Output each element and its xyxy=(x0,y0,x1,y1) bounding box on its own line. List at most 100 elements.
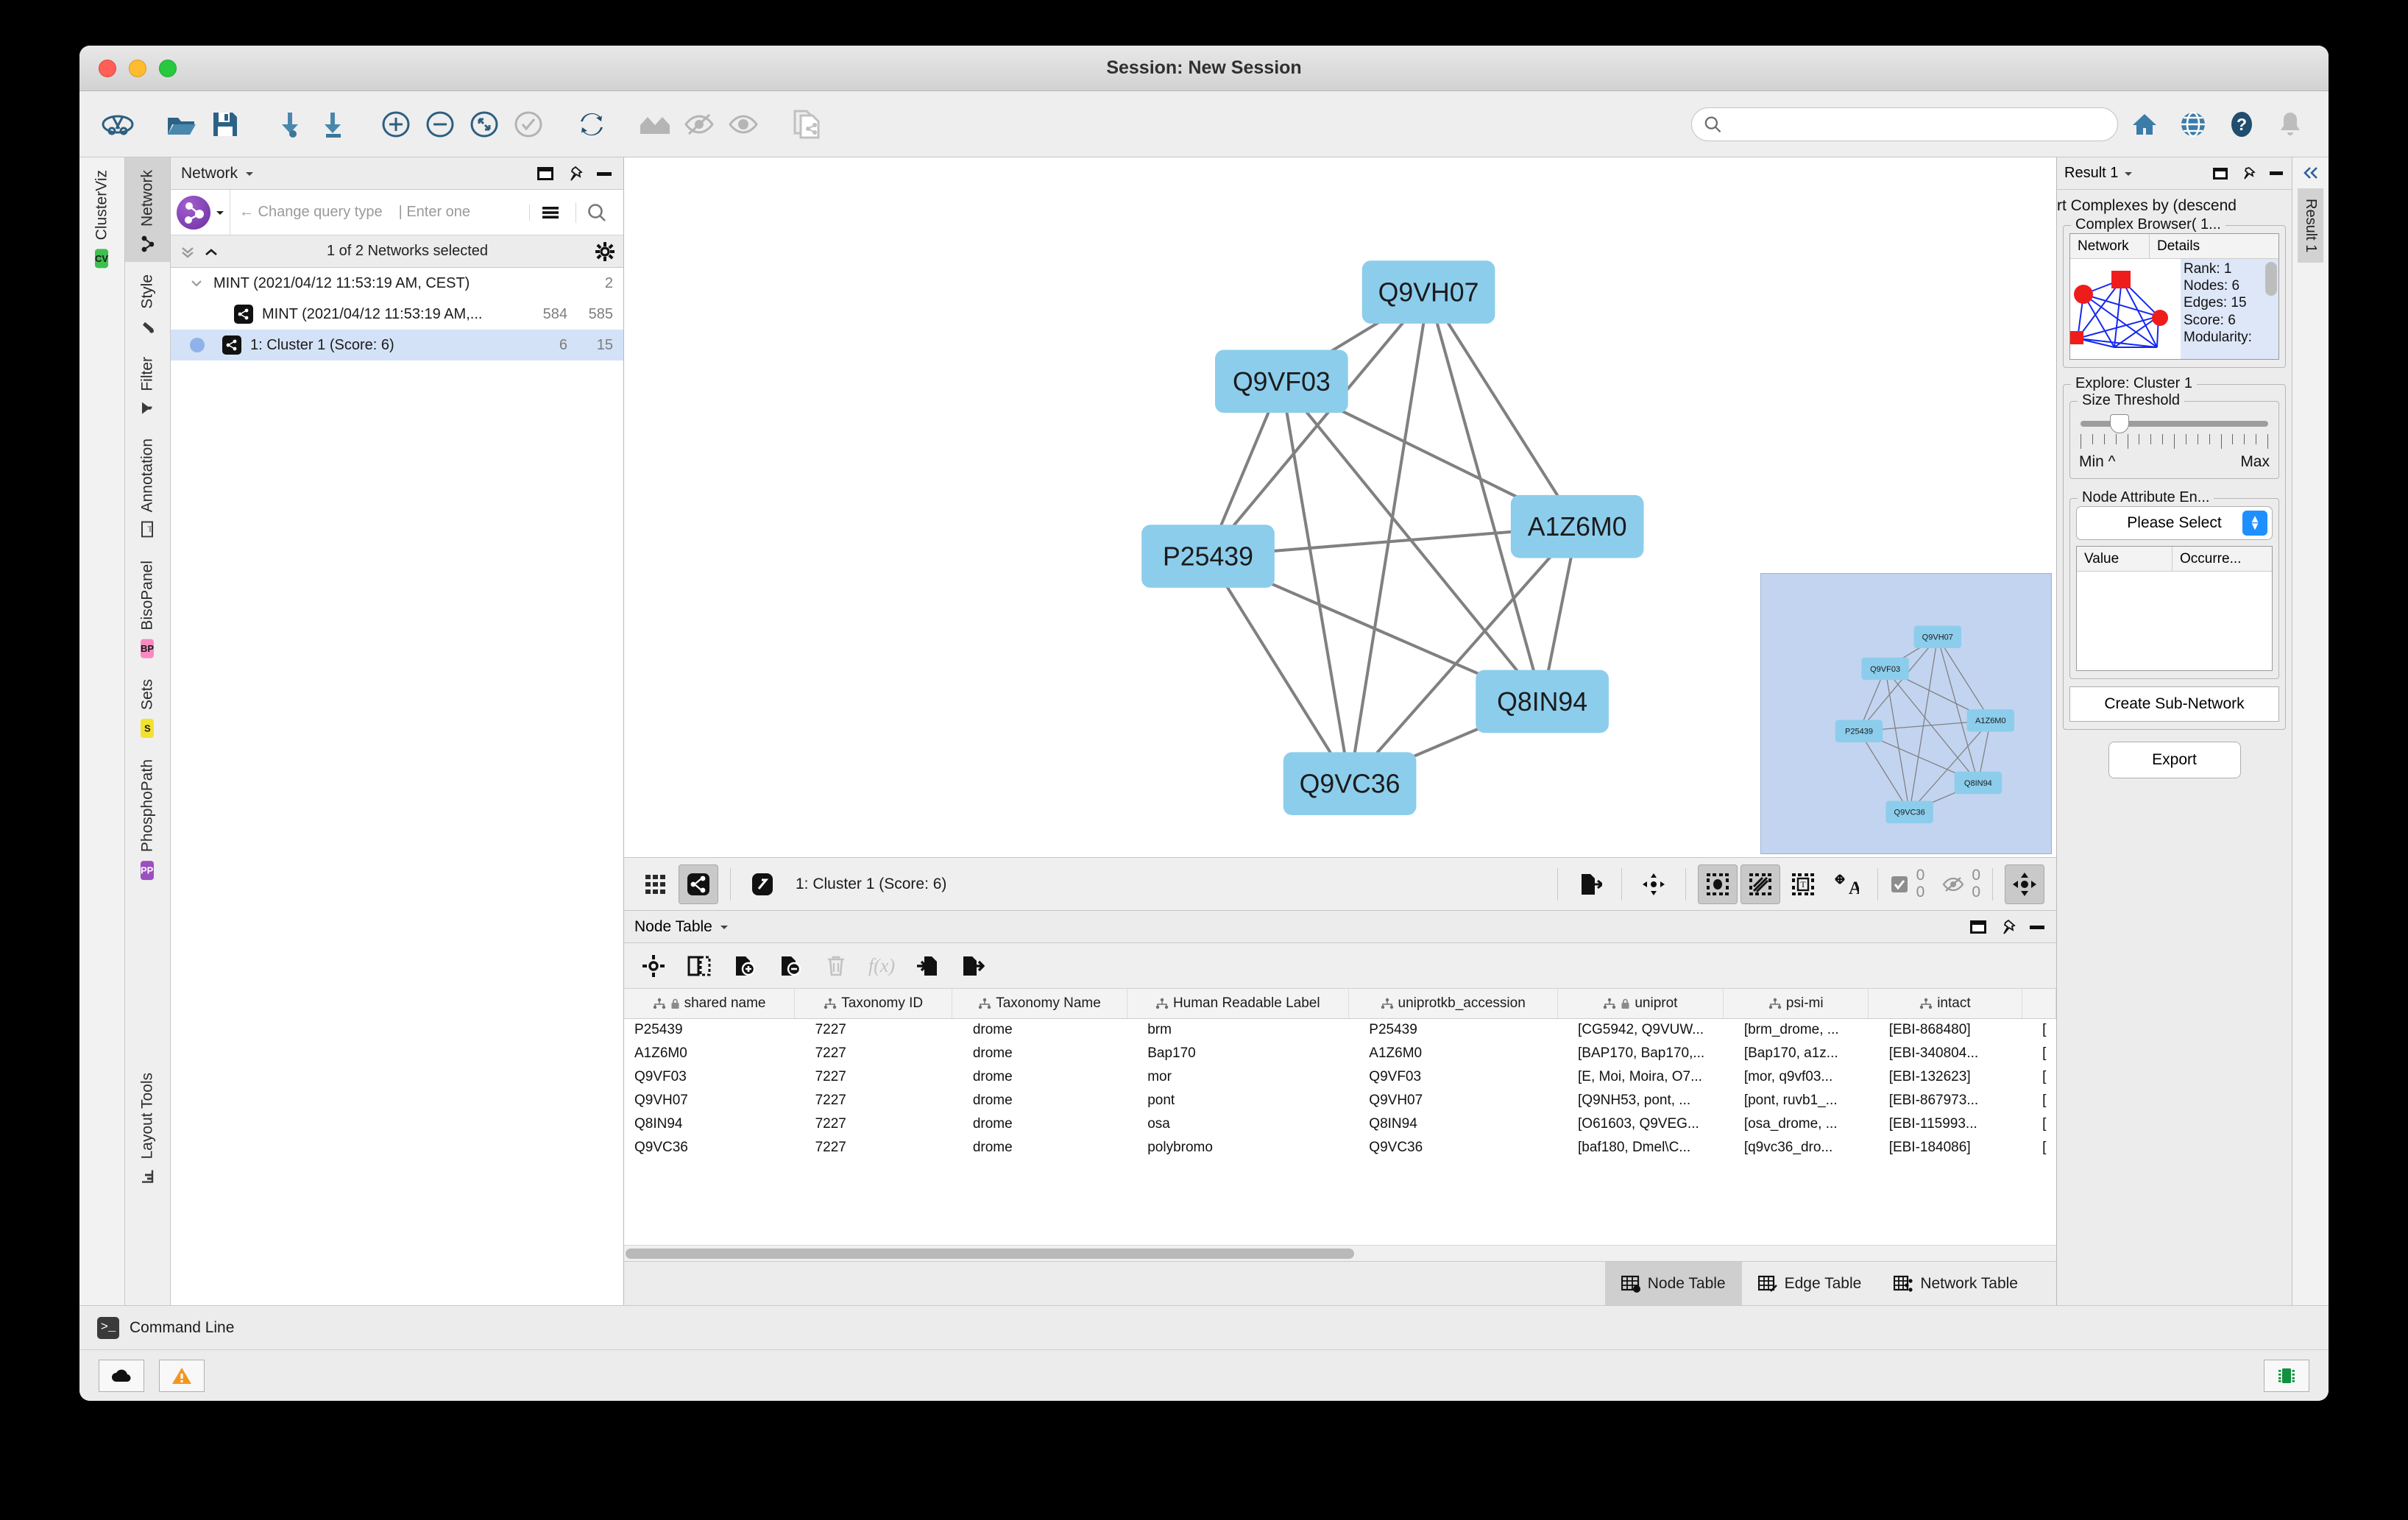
zoom-in-icon[interactable] xyxy=(374,102,418,146)
graph-node[interactable]: Q9VC36 xyxy=(1885,800,1933,824)
table-cell[interactable]: drome xyxy=(952,1089,1127,1112)
warning-icon[interactable] xyxy=(159,1359,205,1392)
table-cell[interactable]: [EBI-184086] xyxy=(1869,1136,2022,1159)
slider-track[interactable] xyxy=(2081,414,2268,433)
graph-node[interactable]: Q9VC36 xyxy=(1283,752,1417,815)
minimize-button[interactable] xyxy=(129,59,146,77)
node-layout-icon[interactable] xyxy=(1634,864,1674,904)
collapse-left-icon[interactable] xyxy=(2301,165,2320,181)
remove-column-icon[interactable] xyxy=(773,948,808,984)
tab-network-table[interactable]: Network Table xyxy=(1877,1262,2034,1306)
sidebar-item-clusterviz[interactable]: CV ClusterViz xyxy=(79,157,124,277)
table-column-header[interactable]: shared name xyxy=(624,989,796,1019)
sidebar-item-style[interactable]: Style xyxy=(125,262,170,344)
table-cell[interactable]: [ xyxy=(2022,1136,2055,1159)
col-details[interactable]: Details xyxy=(2150,234,2278,258)
chevron-expanded-icon[interactable] xyxy=(190,278,203,288)
table-h-scrollbar[interactable] xyxy=(624,1245,2056,1261)
table-cell[interactable]: [ xyxy=(2022,1089,2055,1112)
import-table-icon[interactable] xyxy=(910,948,945,984)
size-threshold-slider[interactable]: Min ^ Max xyxy=(2076,414,2273,471)
table-cell[interactable]: [ xyxy=(2022,1042,2055,1065)
table-cell[interactable]: [EBI-340804... xyxy=(1869,1042,2022,1065)
minimize-icon[interactable] xyxy=(595,170,613,177)
table-row[interactable]: A1Z6M0 7227 drome Bap170 A1Z6M0 [BAP170, Bap1… xyxy=(624,1042,2056,1065)
table-cell[interactable]: drome xyxy=(952,1136,1127,1159)
sidebar-item-layout-tools[interactable]: Layout Tools xyxy=(125,1060,170,1195)
col-value[interactable]: Value xyxy=(2077,547,2172,571)
sidebar-item-phosphopath[interactable]: PP PhosphoPath xyxy=(125,747,170,889)
pin-icon[interactable] xyxy=(566,166,584,182)
zoom-button[interactable] xyxy=(159,59,177,77)
stepper-icon[interactable]: ▲ ▼ xyxy=(2242,511,2267,536)
table-cell[interactable]: drome xyxy=(952,1112,1127,1136)
table-cell[interactable]: Q9VF03 xyxy=(624,1065,795,1089)
table-cell[interactable]: 7227 xyxy=(795,1112,952,1136)
sidebar-item-network[interactable]: Network xyxy=(125,157,170,263)
home-layout-icon[interactable] xyxy=(633,102,677,146)
table-column-header[interactable]: Taxonomy Name xyxy=(952,989,1127,1019)
chevron-down-icon[interactable] xyxy=(244,169,255,178)
sidebar-item-bisopanel[interactable]: BP BisoPanel xyxy=(125,548,170,667)
add-column-icon[interactable] xyxy=(727,948,762,984)
graph-node[interactable]: Q9VH07 xyxy=(1913,625,1961,649)
import-table-icon[interactable] xyxy=(311,102,355,146)
query-dropdown-icon[interactable] xyxy=(215,208,225,217)
graph-node[interactable]: A1Z6M0 xyxy=(1510,494,1644,558)
table-cell[interactable]: Q9VC36 xyxy=(1348,1136,1557,1159)
table-cell[interactable]: Q9VH07 xyxy=(624,1089,795,1112)
table-cell[interactable]: [mor, q9vf03... xyxy=(1724,1065,1869,1089)
fit-content-icon[interactable] xyxy=(2005,864,2044,904)
float-icon[interactable] xyxy=(537,166,554,181)
table-cell[interactable]: drome xyxy=(952,1065,1127,1089)
float-icon[interactable] xyxy=(1969,920,1987,934)
table-cell[interactable]: Q9VH07 xyxy=(1348,1089,1557,1112)
sidebar-item-annotation[interactable]: T Annotation xyxy=(125,426,170,547)
save-icon[interactable] xyxy=(203,102,247,146)
table-cell[interactable]: [EBI-867973... xyxy=(1869,1089,2022,1112)
table-grid[interactable]: shared name Taxonomy ID Taxonomy Name Human… xyxy=(624,989,2056,1245)
home-icon[interactable] xyxy=(2122,102,2167,146)
node-attribute-select[interactable]: Please Select ▲ ▼ xyxy=(2076,506,2273,540)
create-subnetwork-button[interactable]: Create Sub-Network xyxy=(2069,686,2279,722)
hide-selected-icon[interactable] xyxy=(677,102,721,146)
table-column-header[interactable]: Human Readable Label xyxy=(1127,989,1349,1019)
network-overview-minimap[interactable]: Q9VH07 Q9VF03 A1Z6M0 P25439 Q8IN94 Q9VC36 xyxy=(1760,573,2052,854)
table-cell[interactable]: [BAP170, Bap170,... xyxy=(1557,1042,1724,1065)
complex-browser-table[interactable]: Network Details Rank: 1 Nodes: 6 Edges: … xyxy=(2069,233,2279,360)
graph-node[interactable]: Q8IN94 xyxy=(1476,670,1609,734)
table-scroll-thumb[interactable] xyxy=(626,1249,1354,1259)
table-row[interactable]: P25439 7227 drome brm P25439 [CG5942, Q9VUW..… xyxy=(624,1018,2056,1042)
table-cell[interactable]: [EBI-115993... xyxy=(1869,1112,2022,1136)
sidebar-item-sets[interactable]: S Sets xyxy=(125,667,170,747)
minimize-icon[interactable] xyxy=(2028,923,2046,931)
export-image-icon[interactable] xyxy=(1570,864,1610,904)
table-cell[interactable]: Q8IN94 xyxy=(624,1112,795,1136)
result-side-tab[interactable]: Result 1 xyxy=(2298,188,2323,263)
select-nodes-icon[interactable] xyxy=(1697,864,1738,904)
table-cell[interactable]: pont xyxy=(1127,1089,1348,1112)
global-search[interactable] xyxy=(1691,107,2118,141)
pin-icon[interactable] xyxy=(1999,919,2016,935)
network-search-icon[interactable] xyxy=(576,202,617,223)
table-cell[interactable]: [CG5942, Q9VUW... xyxy=(1557,1018,1724,1042)
table-cell[interactable]: polybromo xyxy=(1127,1136,1348,1159)
query-options-icon[interactable] xyxy=(529,204,571,221)
collapse-all-icon[interactable] xyxy=(180,245,196,258)
table-cell[interactable]: 7227 xyxy=(795,1042,952,1065)
table-row[interactable]: Q8IN94 7227 drome osa Q8IN94 [O61603, Q9VEG..… xyxy=(624,1112,2056,1136)
graph-node[interactable]: P25439 xyxy=(1141,525,1275,588)
table-column-header[interactable]: uniprotkb_accession xyxy=(1348,989,1558,1019)
network-cut-icon[interactable] xyxy=(96,102,140,146)
tab-edge-table[interactable]: Edge Table xyxy=(1742,1262,1878,1306)
table-cell[interactable]: mor xyxy=(1127,1065,1348,1089)
expand-view-icon[interactable] xyxy=(743,864,782,904)
slider-thumb[interactable] xyxy=(2110,414,2129,433)
tree-row-root[interactable]: MINT (2021/04/12 11:53:19 AM, CEST) 2 xyxy=(171,268,623,299)
fit-selected-icon[interactable] xyxy=(462,102,506,146)
chevron-down-icon[interactable] xyxy=(2122,169,2134,178)
table-row[interactable]: Q9VC36 7227 drome polybromo Q9VC36 [baf180, D… xyxy=(624,1136,2056,1159)
table-cell[interactable]: A1Z6M0 xyxy=(624,1042,795,1065)
tab-node-table[interactable]: Node Table xyxy=(1604,1261,1742,1306)
table-cell[interactable]: [pont, ruvb1_... xyxy=(1724,1089,1869,1112)
